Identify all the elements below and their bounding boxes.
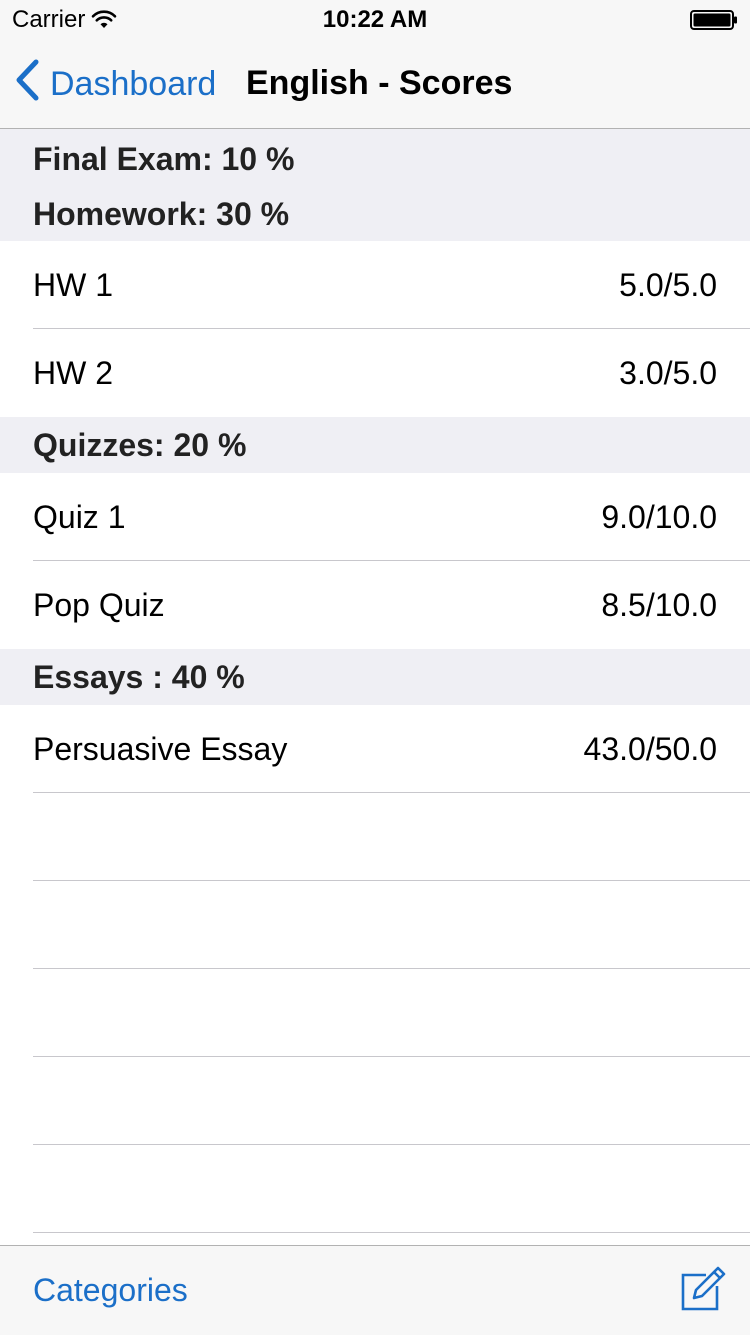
back-button[interactable]: Dashboard — [14, 59, 217, 106]
assignment-name: Persuasive Essay — [33, 730, 288, 767]
assignment-name: HW 1 — [33, 266, 113, 303]
assignment-score: 9.0/10.0 — [601, 498, 717, 535]
empty-row — [0, 793, 750, 881]
scores-table: Final Exam: 10 % Homework: 30 % HW 1 5.0… — [0, 129, 750, 1233]
empty-row — [0, 1145, 750, 1233]
navigation-bar: Dashboard English - Scores — [0, 40, 750, 129]
chevron-left-icon — [14, 58, 50, 111]
assignment-score: 8.5/10.0 — [601, 586, 717, 623]
assignment-name: Quiz 1 — [33, 498, 126, 535]
table-row[interactable]: Quiz 1 9.0/10.0 — [0, 473, 750, 561]
assignment-score: 3.0/5.0 — [619, 354, 717, 391]
empty-row — [0, 881, 750, 969]
section-header-final-exam: Final Exam: 10 % — [0, 129, 750, 187]
categories-button[interactable]: Categories — [33, 1272, 188, 1309]
status-time: 10:22 AM — [322, 6, 428, 33]
section-header-quizzes: Quizzes: 20 % — [0, 417, 750, 473]
section-header-homework: Homework: 30 % — [0, 187, 750, 241]
table-row[interactable]: HW 2 3.0/5.0 — [0, 329, 750, 417]
battery-icon — [690, 10, 738, 30]
bottom-toolbar: Categories — [0, 1245, 750, 1335]
assignment-score: 5.0/5.0 — [619, 266, 717, 303]
compose-icon[interactable] — [678, 1266, 726, 1314]
assignment-name: HW 2 — [33, 354, 113, 391]
table-row[interactable]: Persuasive Essay 43.0/50.0 — [0, 705, 750, 793]
table-row[interactable]: HW 1 5.0/5.0 — [0, 241, 750, 329]
assignment-name: Pop Quiz — [33, 586, 165, 623]
empty-row — [0, 969, 750, 1057]
empty-row — [0, 1057, 750, 1145]
status-bar: Carrier 10:22 AM — [0, 0, 750, 40]
assignment-score: 43.0/50.0 — [583, 730, 717, 767]
section-header-essays: Essays : 40 % — [0, 649, 750, 705]
table-row[interactable]: Pop Quiz 8.5/10.0 — [0, 561, 750, 649]
page-title: English - Scores — [246, 64, 513, 102]
back-button-label: Dashboard — [50, 64, 217, 103]
